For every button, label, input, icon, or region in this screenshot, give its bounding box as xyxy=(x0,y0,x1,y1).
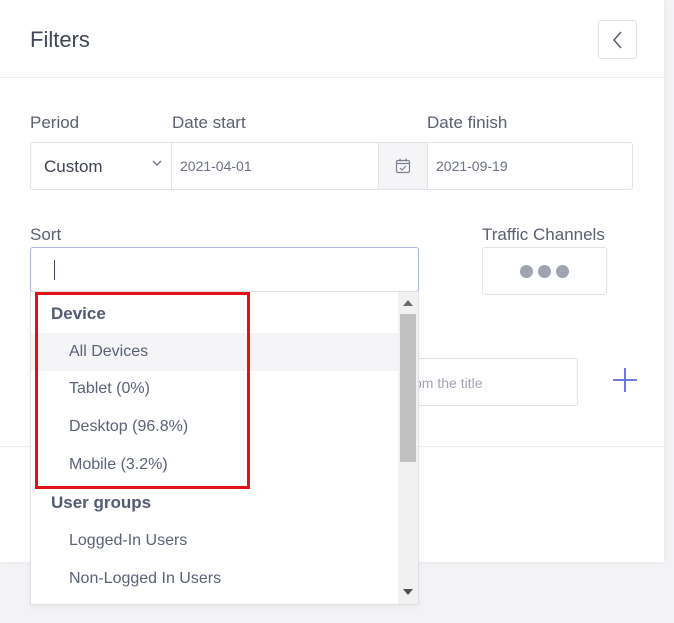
scroll-up-arrow-icon[interactable] xyxy=(403,300,413,306)
scroll-down-arrow-icon[interactable] xyxy=(403,589,413,595)
sort-label: Sort xyxy=(30,225,62,244)
panel-header: Filters xyxy=(0,0,664,78)
plus-icon xyxy=(613,368,637,392)
title-filter-placeholder: om the title xyxy=(414,375,483,391)
group-header-user-groups: User groups xyxy=(51,493,152,512)
collapse-button[interactable] xyxy=(598,20,637,59)
period-value: Custom xyxy=(44,157,103,176)
dropdown-scrollbar[interactable] xyxy=(398,292,418,604)
option-non-logged-in-users[interactable]: Non-Logged In Users xyxy=(31,560,398,598)
text-cursor xyxy=(54,260,55,280)
calendar-icon xyxy=(395,158,411,174)
date-range-row: Custom 2021-04-01 2021-09-19 xyxy=(30,142,633,190)
chevron-down-icon xyxy=(152,160,162,166)
date-start-input[interactable]: 2021-04-01 xyxy=(180,158,252,174)
more-horizontal-icon xyxy=(556,264,569,278)
sort-input[interactable] xyxy=(30,247,419,292)
option-logged-in-users[interactable]: Logged-In Users xyxy=(31,522,398,560)
more-horizontal-icon xyxy=(520,264,533,278)
date-finish-label: Date finish xyxy=(427,113,508,132)
calendar-button[interactable] xyxy=(378,143,428,189)
highlight-annotation-box xyxy=(35,292,250,489)
period-select[interactable]: Custom xyxy=(31,143,172,189)
date-finish-input[interactable]: 2021-09-19 xyxy=(436,158,508,174)
traffic-channels-label: Traffic Channels xyxy=(482,225,605,244)
page-title: Filters xyxy=(30,27,90,52)
more-horizontal-icon xyxy=(538,264,551,278)
option-label: Non-Logged In Users xyxy=(69,570,222,587)
date-start-label: Date start xyxy=(172,113,246,132)
scrollbar-thumb[interactable] xyxy=(400,314,416,462)
traffic-channels-button[interactable] xyxy=(482,247,607,295)
period-label: Period xyxy=(30,113,80,132)
title-filter-input[interactable]: om the title xyxy=(395,358,578,406)
chevron-left-icon xyxy=(612,30,622,49)
add-filter-button[interactable] xyxy=(610,365,640,395)
option-label: Logged-In Users xyxy=(69,532,188,549)
